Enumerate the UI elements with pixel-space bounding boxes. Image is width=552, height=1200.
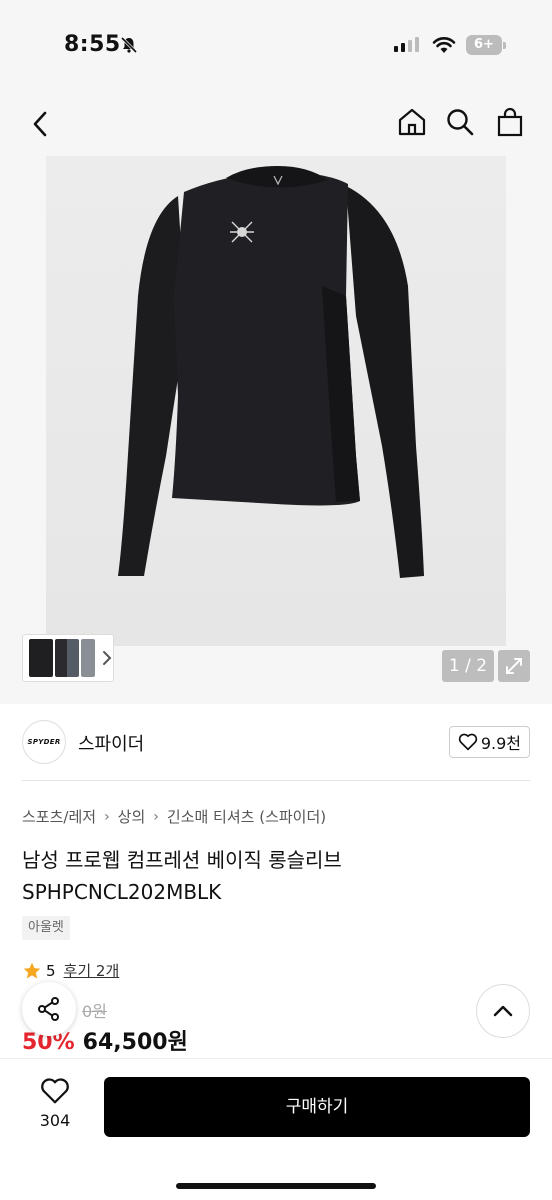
rating: 5 후기 2개	[22, 960, 119, 981]
brand-like-count: 9.9천	[480, 734, 521, 753]
outlet-tag: 아울렛	[22, 916, 70, 940]
expand-icon	[506, 658, 522, 674]
heart-icon	[458, 733, 477, 751]
chevron-left-icon	[33, 111, 47, 137]
rating-score: 5	[46, 961, 56, 980]
scroll-top-button[interactable]	[476, 984, 530, 1038]
compression-shirt-image	[118, 166, 424, 578]
cart-button[interactable]	[492, 104, 528, 140]
brand-name[interactable]: 스파이더	[78, 730, 144, 756]
review-link[interactable]: 후기 2개	[64, 960, 120, 981]
home-indicator	[176, 1183, 376, 1189]
top-nav	[0, 92, 552, 156]
brand-logo[interactable]: SPYDER	[22, 720, 66, 764]
buy-button[interactable]: 구매하기	[104, 1077, 530, 1137]
search-button[interactable]	[442, 104, 478, 140]
wishlist-button[interactable]: 304	[30, 1077, 80, 1130]
breadcrumb-item[interactable]: 스포츠/레저	[22, 806, 96, 827]
chevron-right-icon: ›	[104, 808, 110, 825]
home-icon	[398, 108, 426, 136]
breadcrumb-item[interactable]: 긴소매 티셔츠 (스파이더)	[167, 806, 326, 827]
breadcrumb: 스포츠/레저 › 상의 › 긴소매 티셔츠 (스파이더)	[22, 806, 326, 827]
home-button[interactable]	[394, 104, 430, 140]
original-price: 0원	[82, 1002, 107, 1021]
sale-price: 64,500원	[82, 1030, 188, 1055]
product-image[interactable]	[46, 156, 506, 646]
brand-like-button[interactable]: 9.9천	[448, 726, 530, 758]
thumbnail-2[interactable]	[55, 639, 79, 677]
expand-button[interactable]	[498, 650, 530, 682]
thumbnail-strip[interactable]	[22, 634, 114, 682]
bottom-action-bar: 304 구매하기	[0, 1058, 552, 1200]
signal-icon	[394, 37, 419, 52]
star-icon	[23, 962, 41, 978]
status-time: 8:55	[64, 32, 121, 57]
wifi-icon	[432, 37, 456, 53]
shopping-bag-icon	[497, 107, 523, 137]
product-gallery[interactable]: 1 / 2	[0, 156, 552, 704]
chevron-up-icon	[493, 1005, 513, 1017]
chevron-right-icon	[103, 651, 112, 665]
status-bar: 8:55 6+	[0, 0, 552, 92]
share-button[interactable]	[22, 982, 76, 1036]
search-icon	[447, 109, 474, 136]
wishlist-count: 304	[39, 1111, 71, 1130]
share-icon	[38, 997, 59, 1021]
breadcrumb-item[interactable]: 상의	[118, 806, 146, 827]
heart-icon	[41, 1078, 69, 1104]
back-button[interactable]	[22, 106, 58, 142]
brand-row: SPYDER 스파이더 9.9천	[22, 720, 530, 766]
battery-icon: 6+	[466, 35, 506, 55]
chevron-right-icon: ›	[153, 808, 159, 825]
thumbnail-1[interactable]	[29, 639, 53, 677]
image-page-indicator: 1 / 2	[442, 650, 494, 682]
divider	[22, 780, 530, 781]
thumbnail-3[interactable]	[81, 639, 95, 677]
bell-muted-icon	[120, 36, 138, 54]
product-title: 남성 프로웹 컴프레션 베이직 롱슬리브 SPHPCNCL202MBLK	[22, 848, 342, 904]
